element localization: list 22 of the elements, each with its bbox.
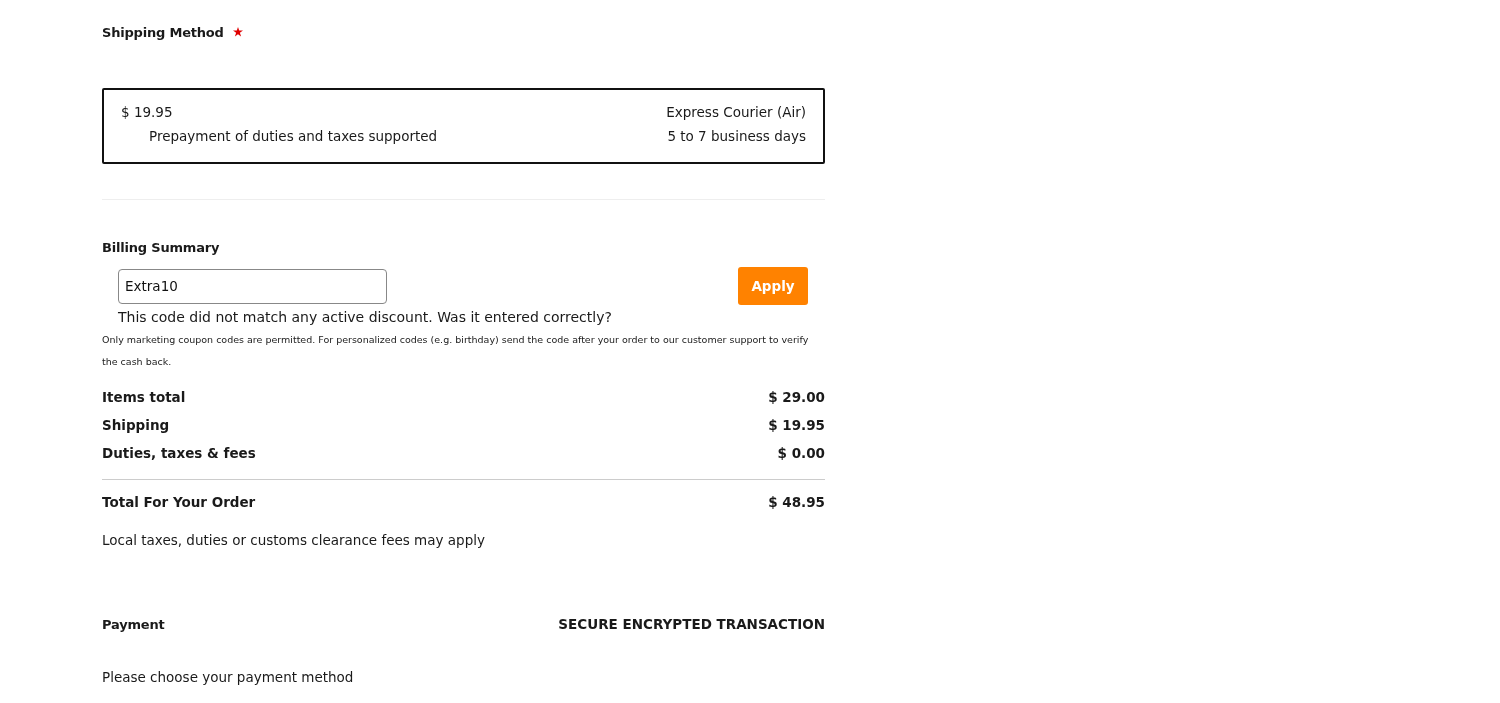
shipping-price: $ 19.95 — [121, 104, 173, 120]
coupon-error: This code did not match any active discount. Was it entered correctly? — [118, 309, 613, 325]
shipping-carrier: Express Courier (Air) — [666, 104, 806, 120]
section-heading: Shipping Method — [102, 24, 224, 40]
shipping-option[interactable]: $ 19.95 Prepayment of duties and taxes supported Express Courier (Air) 5 to 7 business days — [102, 88, 825, 164]
total-amount: $ 48.95 — [768, 494, 825, 510]
secure-label: SECURE ENCRYPTED TRANSACTION — [558, 616, 825, 632]
summary-amount: $ 0.00 — [777, 445, 825, 461]
coupon-field[interactable]: Extra10 — [118, 268, 387, 304]
summary-amount: $ 19.95 — [768, 417, 825, 433]
section-heading: Billing Summary — [102, 240, 221, 255]
section-heading: Payment — [102, 616, 165, 632]
payment-prompt: Please choose your payment method — [102, 669, 355, 685]
total-label: Total For Your Order — [102, 494, 256, 510]
summary-label: Shipping — [102, 417, 170, 433]
delivery-time: 5 to 7 business days — [667, 128, 806, 144]
summary-label: Duties, taxes & fees — [102, 445, 256, 461]
tax-disclaimer: Local taxes, duties or customs clearance fees may apply — [102, 532, 486, 548]
summary-amount: $ 29.00 — [768, 389, 825, 405]
coupon-note: Only marketing coupon codes are permitted. For personalized codes (e.g. birthday) send the code after your order to our customer support to verify the cash back. — [102, 333, 810, 369]
summary-label: Items total — [102, 389, 186, 405]
shipping-note: Prepayment of duties and taxes supported — [149, 128, 438, 144]
